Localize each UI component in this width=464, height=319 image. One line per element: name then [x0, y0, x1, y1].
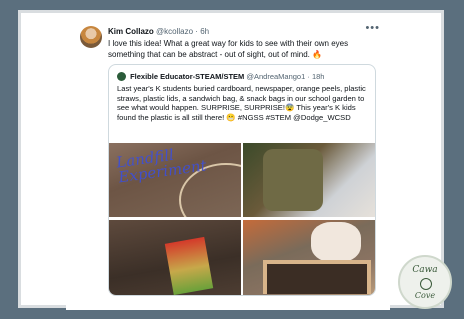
snack-bag-shape [164, 236, 214, 295]
cardboard-shape [263, 149, 323, 211]
quote-header: Flexible Educator-STEAM/STEM @AndreaMang… [117, 72, 324, 81]
quote-text: Last year's K students buried cardboard,… [117, 84, 366, 122]
photo-grid: Landfill Experiment [109, 143, 375, 295]
quote-author-handle[interactable]: @AndreaMango1 [246, 72, 305, 81]
quote-time[interactable]: 18h [312, 72, 325, 81]
watermark-logo: Cawa Cove [398, 255, 452, 309]
more-horizontal-icon[interactable]: ••• [365, 22, 380, 34]
quote-avatar[interactable] [117, 72, 126, 81]
photo-painted-sign[interactable]: Landfill Experiment [109, 143, 241, 217]
photo-kids-digging[interactable] [243, 220, 375, 295]
quoted-tweet[interactable]: Flexible Educator-STEAM/STEM @AndreaMang… [108, 64, 376, 296]
garden-bed-shape [263, 260, 371, 294]
child-shape [311, 222, 361, 262]
photo-snack-bag[interactable] [109, 220, 241, 295]
author-handle[interactable]: @kcollazo [156, 27, 193, 36]
tweet-header: Kim Collazo @kcollazo · 6h [108, 27, 210, 36]
quote-author-name[interactable]: Flexible Educator-STEAM/STEM [130, 72, 244, 81]
author-name[interactable]: Kim Collazo [108, 27, 154, 36]
tweet-card[interactable]: Kim Collazo @kcollazo · 6h ••• I love th… [66, 20, 390, 310]
logo-line2: Cove [414, 291, 436, 300]
photo-cardboard[interactable] [243, 143, 375, 217]
logo-line1: Cawa [412, 265, 438, 275]
tweet-time[interactable]: 6h [200, 27, 209, 36]
tweet-text: I love this idea! What a great way for k… [108, 39, 349, 59]
avatar[interactable] [80, 26, 102, 48]
turtle-icon [420, 278, 432, 290]
